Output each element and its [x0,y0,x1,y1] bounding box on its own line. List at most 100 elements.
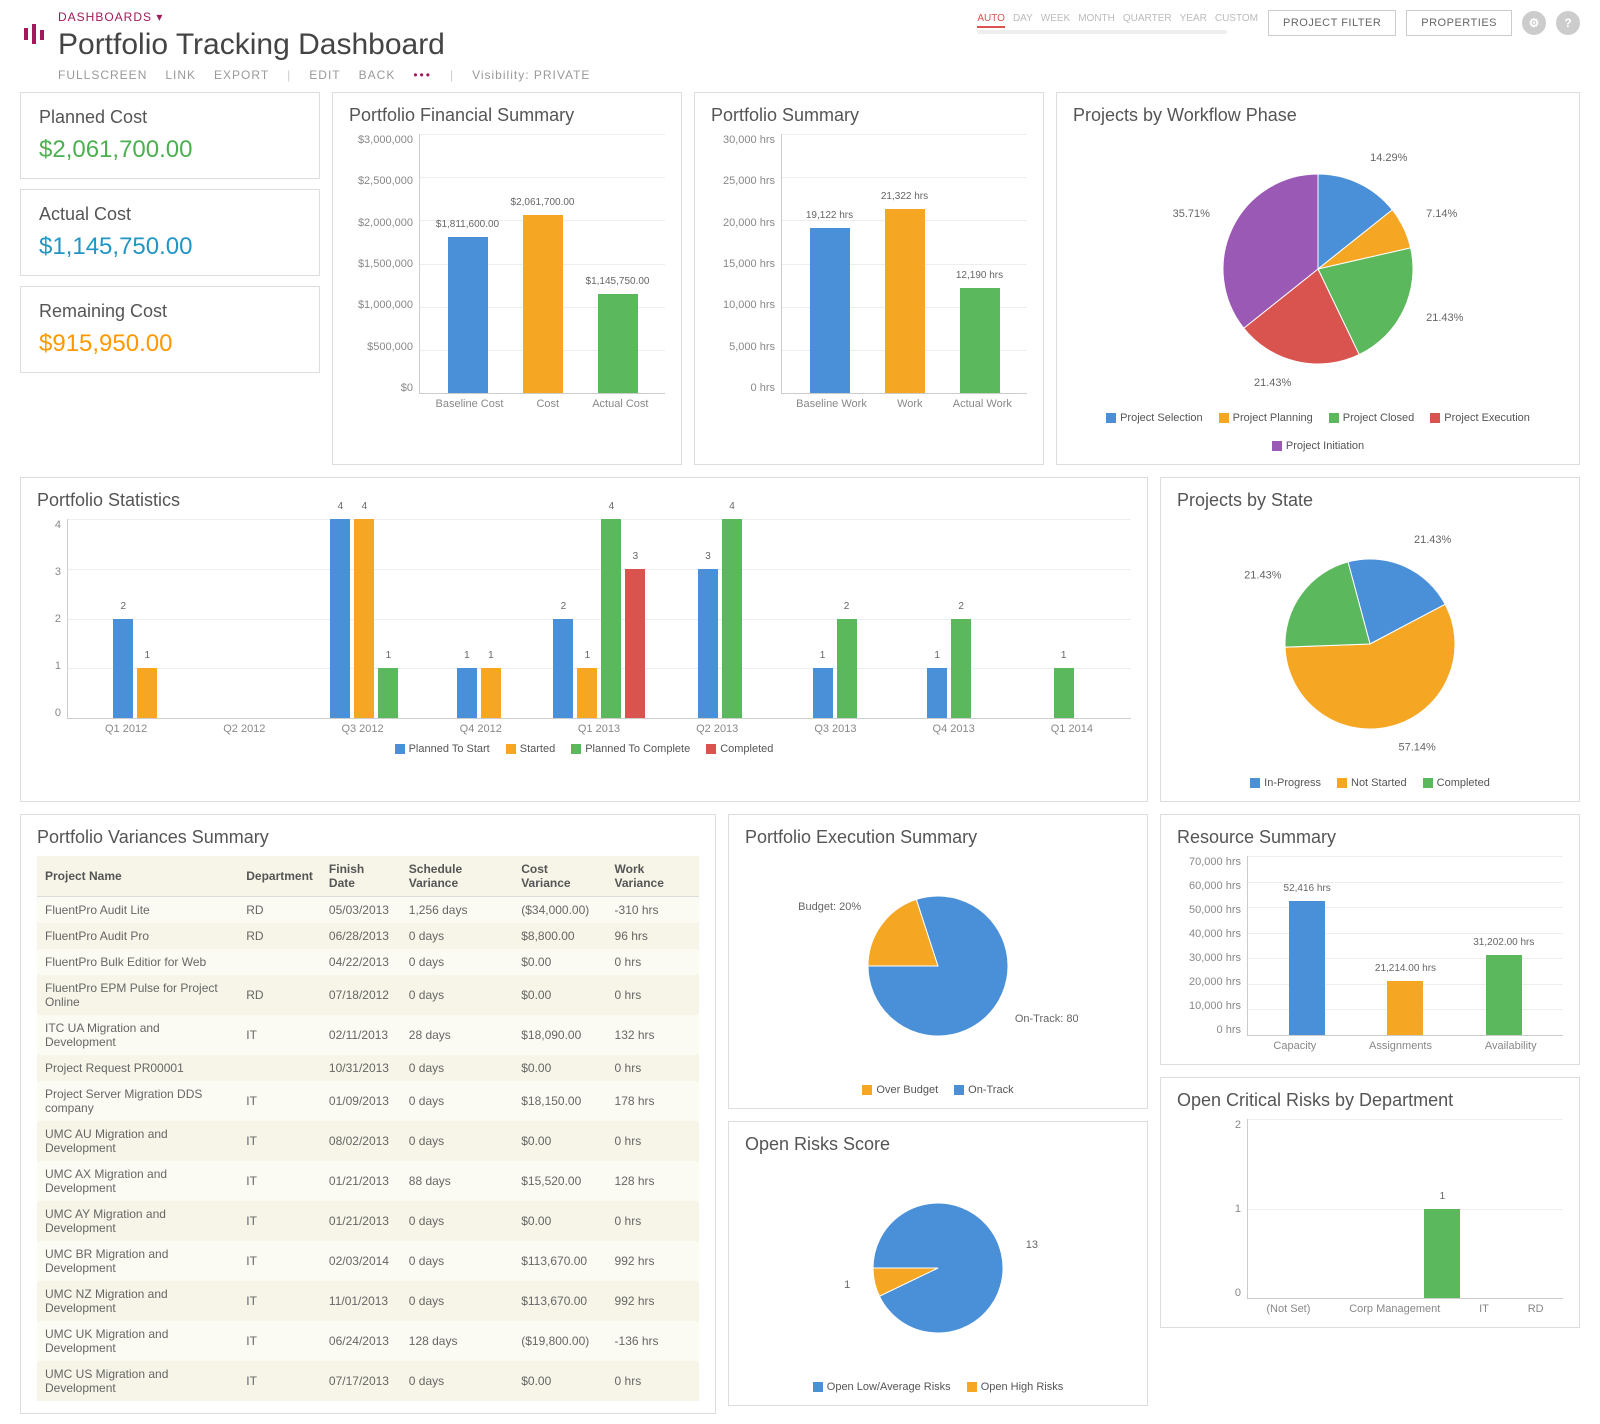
legend-item: Project Planning [1219,412,1313,424]
column-header[interactable]: Department [238,856,321,897]
bar: 1 [481,668,501,718]
scale-year[interactable]: YEAR [1180,13,1207,26]
svg-text:21.43%: 21.43% [1244,570,1282,582]
bar: 3 [625,569,645,718]
kpi-value: $2,061,700.00 [39,136,301,164]
bar: 1 [457,668,477,718]
export-link[interactable]: EXPORT [214,68,269,82]
bar: 1 [1424,1209,1460,1299]
legend-item: Over Budget [862,1084,938,1096]
svg-text:21.43%: 21.43% [1426,312,1464,324]
legend-item: Open High Risks [967,1381,1064,1393]
kpi-value: $915,950.00 [39,330,301,358]
pie-chart: 14.29%7.14%21.43%21.43%35.71% [1153,144,1483,394]
edit-link[interactable]: EDIT [309,68,340,82]
legend-item: Completed [706,743,773,755]
bar: 4 [330,519,350,718]
card-title: Projects by State [1177,490,1563,511]
legend-item: Planned To Complete [571,743,690,755]
kpi-value: $1,145,750.00 [39,233,301,261]
bar: 21,214.00 hrs [1387,981,1423,1035]
pie-chart: Over Budget: 20%On-Track: 80% [798,866,1078,1066]
table-row[interactable]: UMC AY Migration and DevelopmentIT01/21/… [37,1201,699,1241]
card-title: Projects by Workflow Phase [1073,105,1563,126]
back-link[interactable]: BACK [359,68,396,82]
bar: 3 [698,569,718,718]
kpi-remaining-cost: Remaining Cost $915,950.00 [20,286,320,373]
svg-text:35.71%: 35.71% [1173,208,1211,220]
table-row[interactable]: ITC UA Migration and DevelopmentIT02/11/… [37,1015,699,1055]
bar: 21,322 hrs [885,209,925,393]
chart-financial-summary: Portfolio Financial Summary $3,000,000$2… [332,92,682,465]
bar: 2 [837,619,857,719]
chart-projects-by-state: Projects by State 21.43%57.14%21.43% In-… [1160,477,1580,802]
svg-text:Over Budget: 20%: Over Budget: 20% [798,901,861,913]
scale-month[interactable]: MONTH [1078,13,1115,26]
chart-critical-risks: Open Critical Risks by Department 2101 (… [1160,1077,1580,1328]
card-title: Portfolio Variances Summary [37,827,699,848]
scale-day[interactable]: DAY [1013,13,1033,26]
card-title: Portfolio Financial Summary [349,105,665,126]
table-row[interactable]: UMC AX Migration and DevelopmentIT01/21/… [37,1161,699,1201]
table-row[interactable]: Project Request PR0000110/31/20130 days$… [37,1055,699,1081]
table-row[interactable]: FluentPro Audit ProRD06/28/20130 days$8,… [37,923,699,949]
bar: $2,061,700.00 [523,215,563,393]
table-row[interactable]: Project Server Migration DDS companyIT01… [37,1081,699,1121]
chart-portfolio-summary: Portfolio Summary 30,000 hrs25,000 hrs20… [694,92,1044,465]
svg-text:21.43%: 21.43% [1414,534,1452,546]
time-scale-selector[interactable]: AUTO DAY WEEK MONTH QUARTER YEAR CUSTOM [977,13,1258,28]
link-link[interactable]: LINK [165,68,196,82]
page-title: Portfolio Tracking Dashboard [58,28,977,62]
column-header[interactable]: Project Name [37,856,238,897]
svg-text:13: 13 [1026,1239,1038,1251]
table-variances: Portfolio Variances Summary Project Name… [20,814,716,1414]
bar: 1 [577,668,597,718]
chart-resource-summary: Resource Summary 70,000 hrs60,000 hrs50,… [1160,814,1580,1065]
table-row[interactable]: FluentPro Audit LiteRD05/03/20131,256 da… [37,897,699,924]
chart-execution-summary: Portfolio Execution Summary Over Budget:… [728,814,1148,1109]
card-title: Portfolio Execution Summary [745,827,1131,848]
bar: 1 [137,668,157,718]
legend-item: Started [506,743,555,755]
table-row[interactable]: UMC US Migration and DevelopmentIT07/17/… [37,1361,699,1401]
table-row[interactable]: UMC AU Migration and DevelopmentIT08/02/… [37,1121,699,1161]
legend-item: Open Low/Average Risks [813,1381,951,1393]
more-menu[interactable]: ••• [413,68,432,82]
bar: 4 [354,519,374,718]
table-row[interactable]: UMC NZ Migration and DevelopmentIT11/01/… [37,1281,699,1321]
legend-item: Project Execution [1430,412,1530,424]
svg-text:1: 1 [844,1279,850,1291]
pie-chart: 13 1 [803,1173,1073,1363]
bar: 12,190 hrs [960,288,1000,393]
bar: 19,122 hrs [810,228,850,393]
gear-icon[interactable]: ⚙ [1522,11,1546,35]
breadcrumb[interactable]: DASHBOARDS [58,10,977,24]
scale-custom[interactable]: CUSTOM [1215,13,1258,26]
pie-chart: 21.43%57.14%21.43% [1215,529,1525,759]
bar: 1 [927,668,947,718]
properties-button[interactable]: PROPERTIES [1406,10,1512,36]
kpi-planned-cost: Planned Cost $2,061,700.00 [20,92,320,179]
column-header[interactable]: Finish Date [321,856,401,897]
card-title: Portfolio Statistics [37,490,1131,511]
svg-text:7.14%: 7.14% [1426,208,1457,220]
column-header[interactable]: Work Variance [607,856,699,897]
help-icon[interactable]: ? [1556,11,1580,35]
legend-item: On-Track [954,1084,1013,1096]
scale-quarter[interactable]: QUARTER [1123,13,1172,26]
fullscreen-link[interactable]: FULLSCREEN [58,68,147,82]
bar: $1,145,750.00 [598,294,638,393]
kpi-label: Actual Cost [39,204,301,225]
project-filter-button[interactable]: PROJECT FILTER [1268,10,1396,36]
table-row[interactable]: FluentPro EPM Pulse for Project OnlineRD… [37,975,699,1015]
table-row[interactable]: UMC BR Migration and DevelopmentIT02/03/… [37,1241,699,1281]
column-header[interactable]: Cost Variance [513,856,606,897]
bar: $1,811,600.00 [448,237,488,393]
scale-auto[interactable]: AUTO [977,13,1005,28]
table-row[interactable]: FluentPro Bulk Editior for Web04/22/2013… [37,949,699,975]
table-row[interactable]: UMC UK Migration and DevelopmentIT06/24/… [37,1321,699,1361]
chart-open-risks: Open Risks Score 131 Open Low/Average Ri… [728,1121,1148,1406]
column-header[interactable]: Schedule Variance [401,856,513,897]
scale-week[interactable]: WEEK [1041,13,1070,26]
time-slider[interactable] [977,30,1227,34]
